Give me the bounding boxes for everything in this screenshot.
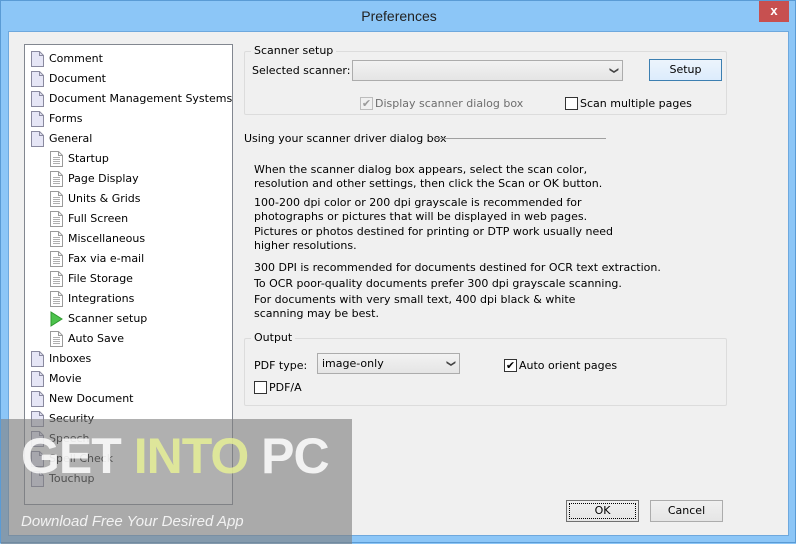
play-arrow-icon [50, 311, 63, 327]
heading-separator [433, 138, 606, 139]
focus-ring [569, 503, 636, 519]
tree-item-label: General [49, 132, 93, 145]
tree-item-startup[interactable]: Startup [25, 149, 232, 169]
page-icon [31, 351, 44, 367]
tree-item-label: New Document [49, 392, 134, 405]
tree-item-inboxes[interactable]: Inboxes [25, 349, 232, 369]
tree-item-label: Units & Grids [68, 192, 141, 205]
tree-item-label: Startup [68, 152, 109, 165]
text-page-icon [50, 191, 63, 207]
page-icon [31, 91, 44, 107]
checkmark-icon: ✔ [505, 359, 516, 372]
tree-item-general[interactable]: General [25, 129, 232, 149]
display-dialog-checkbox[interactable]: ✔ [360, 97, 373, 110]
tree-item-auto-save[interactable]: Auto Save [25, 329, 232, 349]
tree-item-movie[interactable]: Movie [25, 369, 232, 389]
text-page-icon [50, 211, 63, 227]
scan-multiple-label: Scan multiple pages [580, 97, 692, 110]
watermark-overlay: GET INTO PC Download Free Your Desired A… [1, 419, 352, 544]
tree-item-label: Fax via e-mail [68, 252, 145, 265]
text-page-icon [50, 231, 63, 247]
text-page-icon [50, 171, 63, 187]
ok-button[interactable]: OK [566, 500, 639, 522]
auto-orient-label: Auto orient pages [519, 359, 618, 372]
scanner-setup-legend: Scanner setup [251, 44, 337, 57]
tree-item-label: Scanner setup [68, 312, 148, 325]
scan-multiple-checkbox[interactable] [565, 97, 578, 110]
tree-item-miscellaneous[interactable]: Miscellaneous [25, 229, 232, 249]
selected-scanner-dropdown[interactable]: ❯ [352, 60, 623, 81]
display-dialog-label: Display scanner dialog box [375, 97, 524, 110]
tree-item-label: Comment [49, 52, 103, 65]
cancel-button[interactable]: Cancel [650, 500, 723, 522]
tree-item-label: Document Management Systems [49, 92, 233, 105]
window-title: Preferences [361, 8, 437, 24]
tree-item-label: Full Screen [68, 212, 129, 225]
tree-item-file-storage[interactable]: File Storage [25, 269, 232, 289]
chevron-down-icon: ❯ [445, 359, 456, 368]
info-paragraph-4: 300 DPI is recommended for documents des… [254, 261, 661, 274]
info-paragraph-5: To OCR poor-quality documents prefer 300… [254, 277, 622, 290]
page-icon [31, 51, 44, 67]
title-bar[interactable]: Preferences x [1, 1, 796, 31]
watermark-into: INTO [133, 428, 250, 484]
tree-item-label: Integrations [68, 292, 135, 305]
tree-item-forms[interactable]: Forms [25, 109, 232, 129]
info-paragraph-1: When the scanner dialog box appears, sel… [254, 163, 603, 190]
pdf-type-value: image-only [322, 357, 384, 370]
driver-dialog-heading: Using your scanner driver dialog box [244, 132, 447, 145]
text-page-icon [50, 271, 63, 287]
tree-item-label: Forms [49, 112, 83, 125]
tree-item-comment[interactable]: Comment [25, 49, 232, 69]
info-paragraph-2: 100-200 dpi color or 200 dpi grayscale i… [254, 196, 588, 223]
preferences-window: Preferences x Comment Document Document Ma… [0, 0, 796, 544]
tree-item-label: Inboxes [49, 352, 92, 365]
tree-item-document-management-systems[interactable]: Document Management Systems [25, 89, 232, 109]
tree-item-label: File Storage [68, 272, 133, 285]
pdf-type-label: PDF type: [254, 359, 308, 372]
watermark-logo: GET INTO PC [21, 427, 330, 485]
tree-item-document[interactable]: Document [25, 69, 232, 89]
text-page-icon [50, 251, 63, 267]
info-paragraph-6: For documents with very small text, 400 … [254, 293, 576, 320]
watermark-pc: PC [261, 428, 329, 484]
tree-item-scanner-setup[interactable]: Scanner setup [25, 309, 232, 329]
tree-item-label: Miscellaneous [68, 232, 146, 245]
info-paragraph-3: Pictures or photos destined for printing… [254, 225, 614, 252]
close-icon: x [770, 3, 778, 18]
page-icon [31, 71, 44, 87]
tree-item-page-display[interactable]: Page Display [25, 169, 232, 189]
tree-item-label: Movie [49, 372, 82, 385]
page-icon [31, 111, 44, 127]
tree-item-label: Auto Save [68, 332, 125, 345]
tree-item-full-screen[interactable]: Full Screen [25, 209, 232, 229]
tree-item-integrations[interactable]: Integrations [25, 289, 232, 309]
pdfa-label: PDF/A [269, 381, 302, 394]
output-legend: Output [251, 331, 296, 344]
chevron-down-icon: ❯ [608, 66, 619, 75]
page-icon [31, 371, 44, 387]
page-icon [31, 131, 44, 147]
pdfa-checkbox[interactable] [254, 381, 267, 394]
watermark-get: GET [21, 428, 122, 484]
tree-item-fax-via-e-mail[interactable]: Fax via e-mail [25, 249, 232, 269]
page-icon [31, 391, 44, 407]
text-page-icon [50, 291, 63, 307]
tree-item-new-document[interactable]: New Document [25, 389, 232, 409]
checkmark-icon: ✔ [361, 97, 372, 110]
text-page-icon [50, 151, 63, 167]
text-page-icon [50, 331, 63, 347]
close-button[interactable]: x [759, 1, 789, 22]
tree-item-label: Document [49, 72, 106, 85]
selected-scanner-label: Selected scanner: [252, 64, 351, 77]
watermark-tagline: Download Free Your Desired App [21, 513, 244, 530]
auto-orient-checkbox[interactable]: ✔ [504, 359, 517, 372]
tree-item-label: Page Display [68, 172, 139, 185]
setup-button[interactable]: Setup [649, 59, 722, 81]
tree-item-units-grids[interactable]: Units & Grids [25, 189, 232, 209]
pdf-type-dropdown[interactable]: image-only ❯ [317, 353, 460, 374]
